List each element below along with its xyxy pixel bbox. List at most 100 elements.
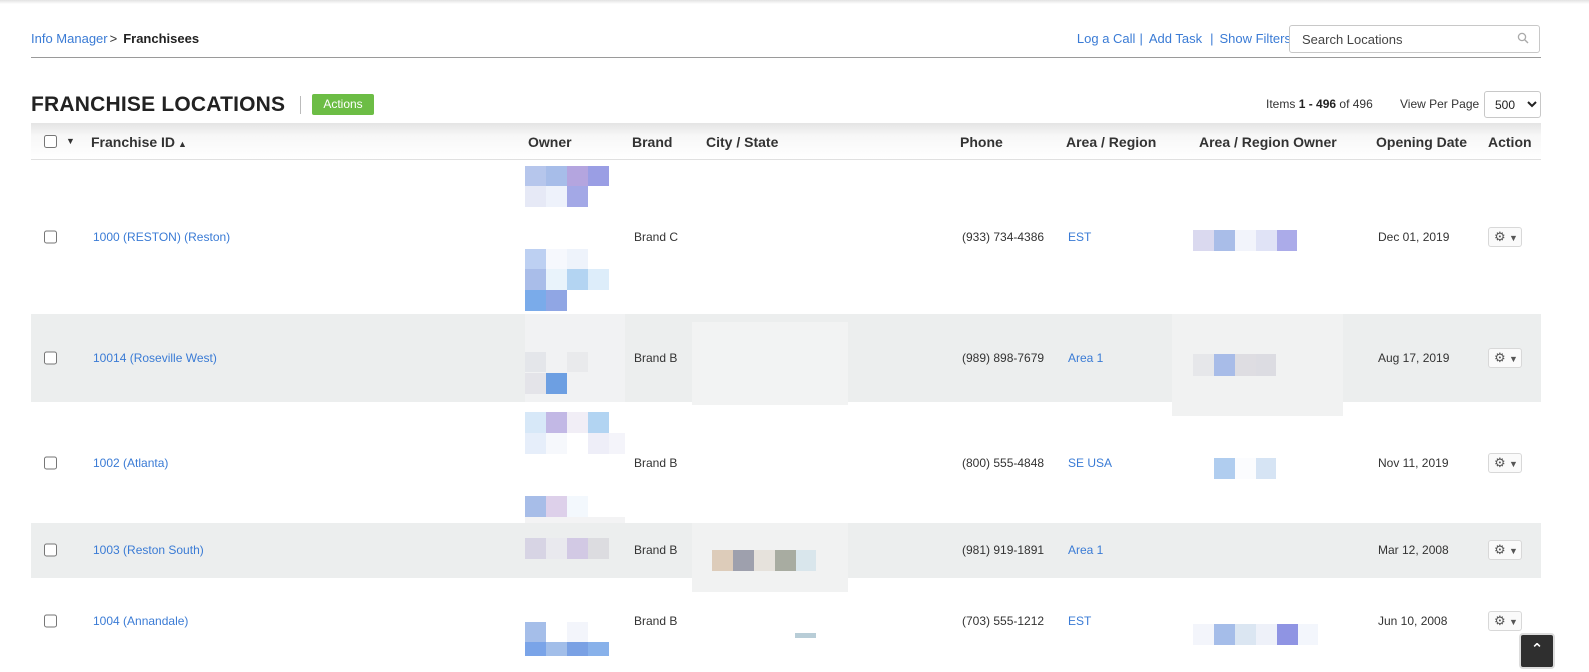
row-checkbox[interactable] (44, 543, 57, 557)
search-icon[interactable] (1517, 32, 1529, 44)
brand-cell: Brand C (634, 230, 679, 244)
brand-cell: Brand B (634, 456, 678, 470)
actions-button[interactable]: Actions (312, 94, 374, 115)
log-call-link[interactable]: Log a Call (1077, 31, 1136, 46)
header-links: Log a Call | Add Task | Show Filters (1077, 31, 1291, 46)
table-header: ▼ Franchise ID ▲ Owner Brand City / State… (31, 123, 1541, 160)
brand-cell: Brand B (634, 351, 678, 365)
caret-down-icon: ▼ (1509, 354, 1518, 364)
franchise-id-link[interactable]: 1004 (Annandale) (93, 614, 188, 628)
col-franchise-id-label: Franchise ID (91, 134, 176, 150)
col-franchise-id[interactable]: Franchise ID ▲ (91, 134, 187, 150)
phone-cell: (703) 555-1212 (962, 614, 1045, 628)
row-checkbox[interactable] (44, 230, 57, 244)
opening-date-cell: Jun 10, 2008 (1378, 614, 1448, 628)
row-checkbox[interactable] (44, 456, 57, 470)
area-region-link[interactable]: EST (1068, 614, 1091, 628)
owner-redacted (525, 622, 609, 656)
caret-down-icon: ▼ (1509, 617, 1518, 627)
owner-redacted (525, 538, 609, 559)
top-bar: Info Manager > Franchisees Log a Call | Add … (31, 25, 1541, 58)
row-action-button[interactable]: ⚙ ▼ (1488, 453, 1522, 473)
franchise-id-link[interactable]: 1003 (Reston South) (93, 543, 204, 557)
top-shadow (0, 0, 1589, 4)
link-divider: | (1210, 31, 1214, 46)
caret-down-icon[interactable]: ▼ (66, 136, 75, 146)
col-opening-date[interactable]: Opening Date (1376, 134, 1467, 150)
items-of-label: of (1339, 97, 1350, 111)
items-total: 496 (1352, 97, 1373, 111)
show-filters-link[interactable]: Show Filters (1219, 31, 1291, 46)
region-owner-redacted (1172, 314, 1343, 416)
franchise-id-link[interactable]: 1002 (Atlanta) (93, 456, 168, 470)
phone-cell: (981) 919-1891 (962, 543, 1045, 557)
row-action-button[interactable]: ⚙ ▼ (1488, 540, 1522, 560)
table-row: 1003 (Reston South) Brand B (981) 919-18… (31, 523, 1541, 592)
gear-icon: ⚙ (1494, 542, 1506, 557)
caret-down-icon: ▼ (1509, 233, 1518, 243)
search-box (1289, 25, 1540, 53)
sort-ascending-icon: ▲ (178, 139, 187, 149)
link-divider: | (1139, 31, 1143, 46)
row-checkbox[interactable] (44, 614, 57, 628)
add-task-link[interactable]: Add Task (1149, 31, 1202, 46)
col-city-state[interactable]: City / State (706, 134, 778, 150)
gear-icon: ⚙ (1494, 613, 1506, 628)
owner-redacted (525, 314, 625, 402)
breadcrumb: Info Manager > Franchisees (31, 31, 199, 46)
gear-icon: ⚙ (1494, 455, 1506, 470)
items-label: Items (1266, 97, 1296, 111)
row-action-button[interactable]: ⚙ ▼ (1488, 611, 1522, 631)
region-owner-redacted (1193, 230, 1297, 251)
opening-date-cell: Dec 01, 2019 (1378, 230, 1450, 244)
owner-redacted (525, 412, 625, 523)
col-area-region[interactable]: Area / Region (1066, 134, 1156, 150)
region-owner-redacted (1193, 624, 1318, 645)
area-region-link[interactable]: EST (1068, 230, 1091, 244)
items-count: Items 1 - 496 of 496 (1266, 97, 1373, 111)
franchise-id-link[interactable]: 10014 (Roseville West) (93, 351, 217, 365)
breadcrumb-separator: > (109, 31, 118, 46)
title-divider (300, 96, 301, 114)
col-owner[interactable]: Owner (528, 134, 572, 150)
col-area-region-owner[interactable]: Area / Region Owner (1199, 134, 1337, 150)
brand-cell: Brand B (634, 543, 678, 557)
phone-cell: (933) 734-4386 (962, 230, 1045, 244)
caret-down-icon: ▼ (1509, 546, 1518, 556)
opening-date-cell: Nov 11, 2019 (1378, 456, 1449, 470)
area-region-link[interactable]: Area 1 (1068, 351, 1103, 365)
area-region-link[interactable]: Area 1 (1068, 543, 1103, 557)
col-phone[interactable]: Phone (960, 134, 1003, 150)
gear-icon: ⚙ (1494, 350, 1506, 365)
city-state-redacted (795, 633, 816, 638)
scroll-to-top-icon[interactable]: ⌃ (1519, 633, 1555, 669)
select-all-checkbox[interactable] (44, 135, 57, 148)
page-title: FRANCHISE LOCATIONS (31, 93, 286, 116)
table-row: 1002 (Atlanta) Brand B (800) 555-4848 SE… (31, 402, 1541, 523)
gear-icon: ⚙ (1494, 229, 1506, 244)
city-state-redacted (692, 322, 848, 405)
row-action-button[interactable]: ⚙ ▼ (1488, 227, 1522, 247)
area-region-link[interactable]: SE USA (1068, 456, 1112, 470)
items-range: 1 - 496 (1298, 97, 1337, 111)
table-row: 10014 (Roseville West) Brand B (989) 898… (31, 314, 1541, 416)
region-owner-redacted (1214, 458, 1276, 479)
row-checkbox[interactable] (44, 351, 57, 365)
caret-down-icon: ▼ (1509, 459, 1518, 469)
opening-date-cell: Aug 17, 2019 (1378, 351, 1450, 365)
view-per-page-label: View Per Page (1400, 97, 1480, 111)
view-per-page-select[interactable]: 500 (1484, 91, 1541, 118)
col-brand[interactable]: Brand (632, 134, 672, 150)
row-action-button[interactable]: ⚙ ▼ (1488, 348, 1522, 368)
breadcrumb-info-manager[interactable]: Info Manager (31, 31, 108, 46)
search-input[interactable] (1290, 26, 1505, 52)
phone-cell: (989) 898-7679 (962, 351, 1045, 365)
col-action[interactable]: Action (1488, 134, 1532, 150)
owner-redacted (525, 166, 625, 314)
table-row: 1000 (RESTON) (Reston) Brand C (933) 734… (31, 160, 1541, 314)
franchise-id-link[interactable]: 1000 (RESTON) (Reston) (93, 230, 230, 244)
opening-date-cell: Mar 12, 2008 (1378, 543, 1449, 557)
phone-cell: (800) 555-4848 (962, 456, 1045, 470)
brand-cell: Brand B (634, 614, 678, 628)
table-row: 1004 (Annandale) Brand B (703) 555-1212 … (31, 578, 1541, 672)
